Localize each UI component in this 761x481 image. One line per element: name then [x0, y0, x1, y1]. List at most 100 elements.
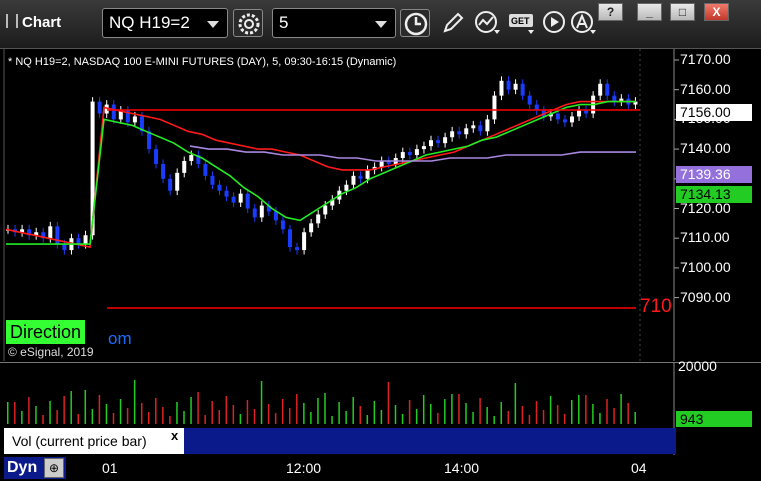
study-button[interactable]: [472, 9, 502, 37]
volume-bar: [556, 405, 559, 424]
study-icon: [475, 11, 500, 34]
volume-bar: [373, 401, 376, 424]
volume-legend-label[interactable]: Vol (current price bar): [4, 428, 184, 454]
candle-body: [527, 95, 532, 105]
candle-body: [48, 226, 53, 239]
time-tick: 01: [102, 460, 118, 476]
candle-body: [259, 205, 264, 218]
play-icon: [543, 11, 565, 33]
volume-bar: [535, 401, 538, 424]
candle-body: [323, 205, 328, 215]
price-tick: 7170.00: [680, 51, 731, 67]
time-tick: 04: [631, 460, 647, 476]
volume-bar: [63, 396, 65, 424]
expand-icon[interactable]: ⊕: [44, 458, 64, 478]
maximize-button[interactable]: □: [670, 3, 695, 21]
chevron-down-icon[interactable]: [207, 21, 219, 28]
volume-bar: [387, 382, 390, 424]
candle-body: [280, 220, 285, 230]
chevron-down-icon[interactable]: [375, 21, 387, 28]
volume-bar: [606, 399, 608, 424]
volume-bar: [162, 407, 164, 424]
volume-bar: [246, 400, 249, 424]
candle-body: [400, 152, 405, 159]
volume-bar: [542, 410, 545, 424]
get-button[interactable]: GET: [506, 9, 536, 37]
volume-bar: [225, 396, 228, 424]
volume-bar: [211, 401, 213, 424]
volume-bar: [105, 404, 108, 424]
volume-bar: [430, 404, 432, 424]
candle-body: [245, 193, 250, 209]
volume-bar: [500, 402, 502, 424]
volume-bar: [472, 412, 474, 424]
symbol-value: NQ H19=2: [109, 13, 190, 32]
interval-combo[interactable]: 5: [272, 8, 396, 38]
volume-bar: [599, 413, 601, 424]
volume-bar: [70, 391, 72, 424]
volume-bars: [7, 380, 636, 424]
volume-bar: [7, 402, 9, 424]
volume-bar: [14, 402, 16, 424]
volume-bar: [310, 412, 312, 424]
draw-button[interactable]: [438, 9, 468, 37]
candle-body: [111, 104, 116, 120]
volume-bar: [486, 407, 488, 424]
candle-body: [506, 80, 511, 90]
help-button[interactable]: ?: [598, 3, 623, 21]
volume-bar: [507, 411, 510, 424]
price-tick: 7110.00: [680, 229, 730, 246]
toolbar: Chart NQ H19=2 5 GET ? _ □ X: [0, 0, 761, 49]
volume-bar: [437, 413, 439, 424]
volume-tag: 943: [676, 411, 752, 427]
volume-bar: [28, 397, 30, 424]
volume-bar: [514, 383, 517, 424]
volume-bar: [281, 399, 284, 424]
volume-bar: [549, 396, 552, 424]
volume-bar: [140, 403, 143, 424]
volume-bar: [578, 395, 580, 424]
drag-grip-icon[interactable]: [6, 14, 18, 28]
candle-body: [351, 175, 356, 185]
moving-averages: [5, 100, 636, 249]
candle-body: [429, 140, 433, 147]
minimize-button[interactable]: _: [637, 3, 662, 21]
copyright-text: © eSignal, 2019: [8, 345, 94, 359]
volume-bar: [239, 414, 242, 424]
price-tick: 7160.00: [680, 80, 731, 97]
volume-bar: [169, 416, 171, 424]
volume-bar: [634, 412, 636, 424]
candle-body: [238, 193, 243, 203]
volume-bar: [585, 395, 587, 424]
candle-body: [132, 116, 137, 123]
settings-button[interactable]: [233, 9, 263, 37]
volume-bar: [232, 405, 235, 424]
direction-label[interactable]: Direction: [6, 320, 86, 344]
watermark-link-text[interactable]: om: [108, 329, 132, 349]
play-button[interactable]: [540, 9, 570, 37]
candle-body: [252, 208, 257, 218]
volume-bar: [21, 411, 23, 424]
volume-bar: [422, 395, 425, 424]
candlesticks: [6, 76, 638, 255]
volume-bar: [331, 416, 333, 424]
ma-red-line: [5, 100, 636, 249]
volume-bar: [42, 415, 44, 424]
candle-body: [436, 140, 441, 144]
volume-bar: [183, 411, 185, 424]
candle-body: [379, 160, 384, 167]
volume-bar: [119, 399, 122, 424]
alert-button[interactable]: [568, 9, 598, 37]
volume-bar: [627, 403, 629, 424]
time-button[interactable]: [400, 9, 430, 37]
symbol-combo[interactable]: NQ H19=2: [102, 8, 228, 38]
volume-bar: [352, 397, 354, 424]
candle-body: [414, 149, 419, 156]
volume-bar: [91, 409, 94, 424]
candle-body: [421, 146, 426, 150]
close-button[interactable]: X: [704, 3, 729, 21]
volume-bar: [267, 404, 270, 424]
close-icon[interactable]: x: [171, 428, 178, 443]
candle-body: [485, 119, 490, 132]
volume-bar: [253, 409, 256, 424]
